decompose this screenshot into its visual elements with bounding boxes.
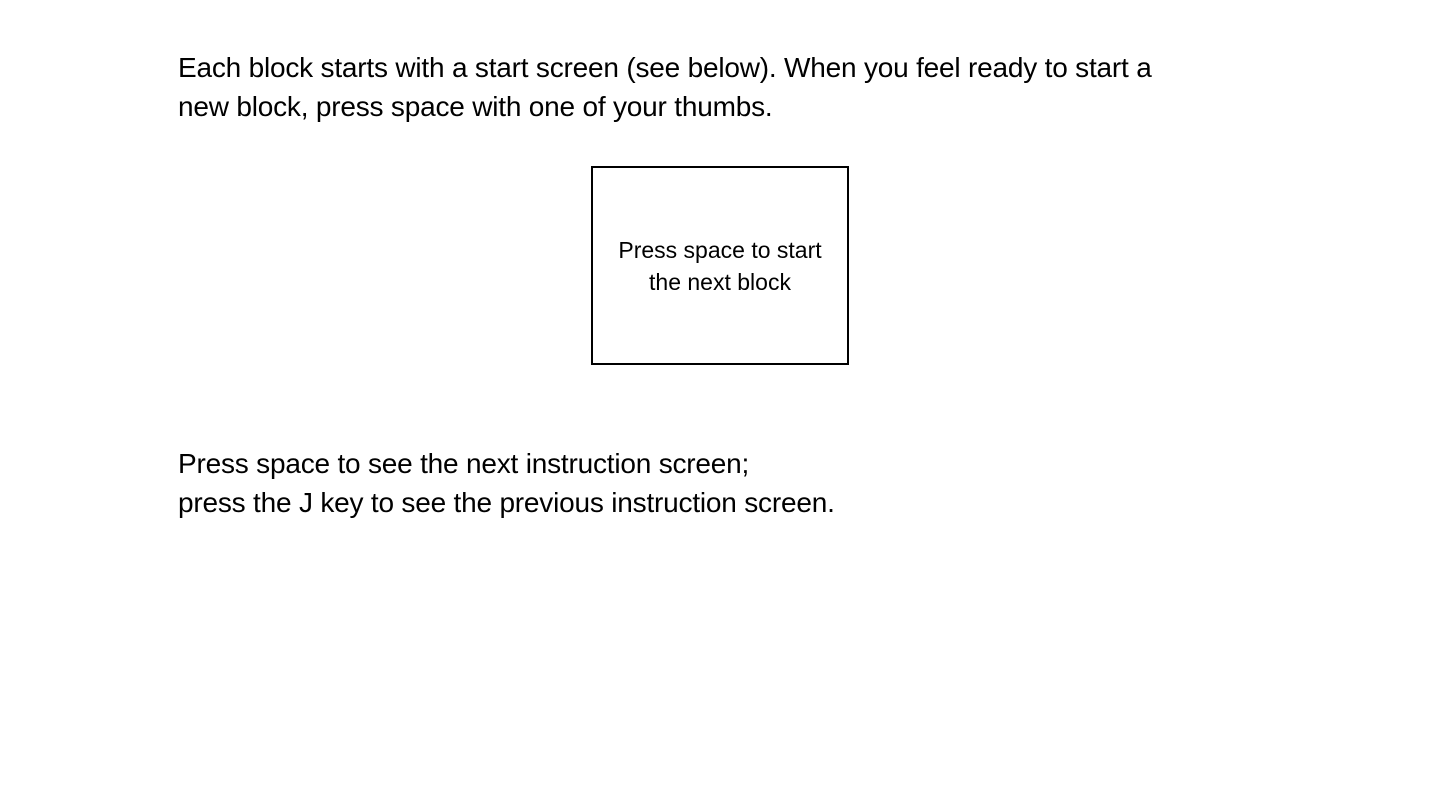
navigation-line-1: Press space to see the next instruction … (178, 448, 750, 479)
start-screen-line-1: Press space to start (618, 236, 822, 263)
navigation-instructions: Press space to see the next instruction … (178, 444, 1278, 522)
intro-line-1: Each block starts with a start screen (s… (178, 52, 1152, 83)
intro-line-2: new block, press space with one of your … (178, 91, 773, 122)
start-screen-text: Press space to start the next block (618, 234, 821, 298)
start-screen-example: Press space to start the next block (591, 166, 849, 365)
start-screen-line-2: the next block (649, 268, 791, 295)
navigation-line-2: press the J key to see the previous inst… (178, 487, 835, 518)
intro-instructions: Each block starts with a start screen (s… (178, 48, 1278, 126)
